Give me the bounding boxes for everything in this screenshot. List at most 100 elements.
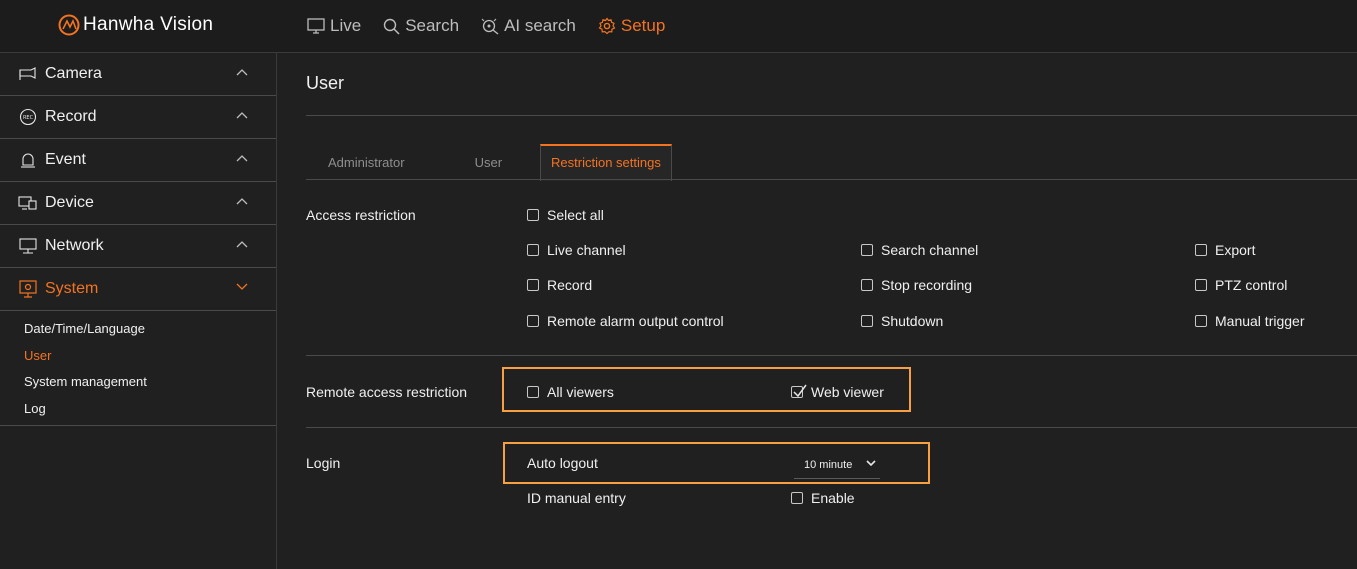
remote-access-restriction-label: Remote access restriction (306, 384, 468, 400)
divider (306, 115, 1357, 116)
rec-icon: REC (18, 107, 38, 127)
checkmark-icon (793, 384, 807, 398)
brand-logo[interactable]: Hanwha Vision (57, 10, 213, 40)
system-icon (18, 279, 38, 299)
ptz-control-checkbox[interactable]: PTZ control (1195, 277, 1287, 293)
nav-search-label: Search (405, 16, 460, 35)
brand-name: Hanwha Vision (83, 14, 214, 35)
system-submenu: Date/Time/Language User System managemen… (0, 311, 276, 426)
nav-ai-search-label: AI search (504, 16, 576, 35)
checkbox-box (1195, 315, 1207, 327)
checkbox-box (1195, 279, 1207, 291)
chevron-down-icon (236, 283, 248, 290)
sidebar-item-record[interactable]: REC Record (0, 96, 276, 139)
checkbox-box (861, 315, 873, 327)
tab-underline (306, 179, 1357, 180)
checkbox-label: Record (547, 277, 593, 293)
sidebar: Camera REC Record Event Device Network S… (0, 53, 277, 569)
chevron-up-icon (236, 241, 248, 248)
checkbox-box (527, 279, 539, 291)
auto-logout-label: Auto logout (527, 455, 598, 471)
all-viewers-checkbox[interactable]: All viewers (527, 384, 614, 400)
sidebar-item-label: Device (45, 194, 94, 211)
divider (306, 355, 1357, 356)
tab-restriction-settings[interactable]: Restriction settings (540, 144, 672, 181)
chevron-down-icon (866, 460, 876, 467)
checkbox-label: Manual trigger (1215, 313, 1305, 329)
sidebar-item-network[interactable]: Network (0, 225, 276, 268)
auto-logout-value: 10 minute (804, 458, 853, 471)
svg-text:REC: REC (23, 115, 34, 121)
gear-icon (598, 17, 616, 35)
camera-icon (18, 64, 38, 84)
checkbox-box (527, 244, 539, 256)
sidebar-item-label: Camera (45, 65, 102, 82)
web-viewer-checkbox[interactable]: Web viewer (791, 384, 884, 400)
checkbox-label: Shutdown (881, 313, 944, 329)
remote-alarm-output-control-checkbox[interactable]: Remote alarm output control (527, 313, 724, 329)
select-all-checkbox[interactable]: Select all (527, 207, 604, 223)
network-icon (18, 236, 38, 256)
search-channel-checkbox[interactable]: Search channel (861, 242, 978, 258)
checkbox-label: Live channel (547, 242, 626, 258)
record-checkbox[interactable]: Record (527, 277, 592, 293)
nav-live[interactable]: Live (307, 16, 361, 36)
sidebar-item-label: Event (45, 151, 86, 168)
manual-trigger-checkbox[interactable]: Manual trigger (1195, 313, 1305, 329)
submenu-item-system-management[interactable]: System management (0, 369, 276, 396)
sidebar-item-camera[interactable]: Camera (0, 53, 276, 96)
top-nav: Live Search AI search Setup (307, 0, 687, 52)
checkbox-box (527, 209, 539, 221)
checkbox-label: Enable (811, 490, 855, 506)
enable-checkbox[interactable]: Enable (791, 490, 855, 506)
tab-user[interactable]: User (445, 144, 540, 179)
select-all-label: Select all (547, 207, 604, 223)
bell-icon (18, 150, 38, 170)
search-icon (383, 18, 400, 35)
divider (306, 427, 1357, 428)
id-manual-entry-label: ID manual entry (527, 490, 626, 506)
checkbox-label: PTZ control (1215, 277, 1288, 293)
checkbox-label: Search channel (881, 242, 979, 258)
nav-ai-search[interactable]: AI search (481, 16, 576, 36)
checkbox-label: Web viewer (811, 384, 884, 400)
checkbox-label: Remote alarm output control (547, 313, 724, 329)
auto-logout-select[interactable]: 10 minute (794, 451, 880, 479)
sidebar-item-label: Network (45, 237, 104, 254)
top-bar: Hanwha Vision Live Search AI search Setu… (0, 0, 1357, 53)
checkbox-box (1195, 244, 1207, 256)
sidebar-item-event[interactable]: Event (0, 139, 276, 182)
checkbox-label: All viewers (547, 384, 614, 400)
checkbox-box (527, 386, 539, 398)
submenu-item-user[interactable]: User (0, 343, 276, 370)
shutdown-checkbox[interactable]: Shutdown (861, 313, 943, 329)
checkbox-label: Stop recording (881, 277, 973, 293)
sidebar-item-label: Record (45, 108, 97, 125)
tab-administrator[interactable]: Administrator (306, 144, 445, 179)
checkbox-box-checked (791, 384, 807, 398)
chevron-up-icon (236, 198, 248, 205)
chevron-up-icon (236, 155, 248, 162)
checkbox-box (791, 492, 803, 504)
monitor-icon (307, 18, 325, 34)
nav-setup[interactable]: Setup (598, 16, 665, 36)
tab-bar: Administrator User Restriction settings (306, 144, 672, 181)
sidebar-item-system[interactable]: System (0, 268, 276, 311)
login-label: Login (306, 455, 341, 471)
stop-recording-checkbox[interactable]: Stop recording (861, 277, 972, 293)
checkbox-box (527, 315, 539, 327)
nav-search[interactable]: Search (383, 16, 459, 36)
export-checkbox[interactable]: Export (1195, 242, 1255, 258)
sidebar-item-device[interactable]: Device (0, 182, 276, 225)
sidebar-item-label: System (45, 280, 99, 297)
live-channel-checkbox[interactable]: Live channel (527, 242, 626, 258)
chevron-up-icon (236, 69, 248, 76)
hanwha-logo-icon (58, 14, 80, 36)
page-title: User (306, 73, 345, 93)
nav-setup-label: Setup (620, 16, 666, 35)
submenu-item-date-time-language[interactable]: Date/Time/Language (0, 316, 276, 343)
ai-search-icon (481, 18, 499, 35)
checkbox-label: Export (1215, 242, 1256, 258)
submenu-item-log[interactable]: Log (0, 396, 276, 423)
chevron-up-icon (236, 112, 248, 119)
